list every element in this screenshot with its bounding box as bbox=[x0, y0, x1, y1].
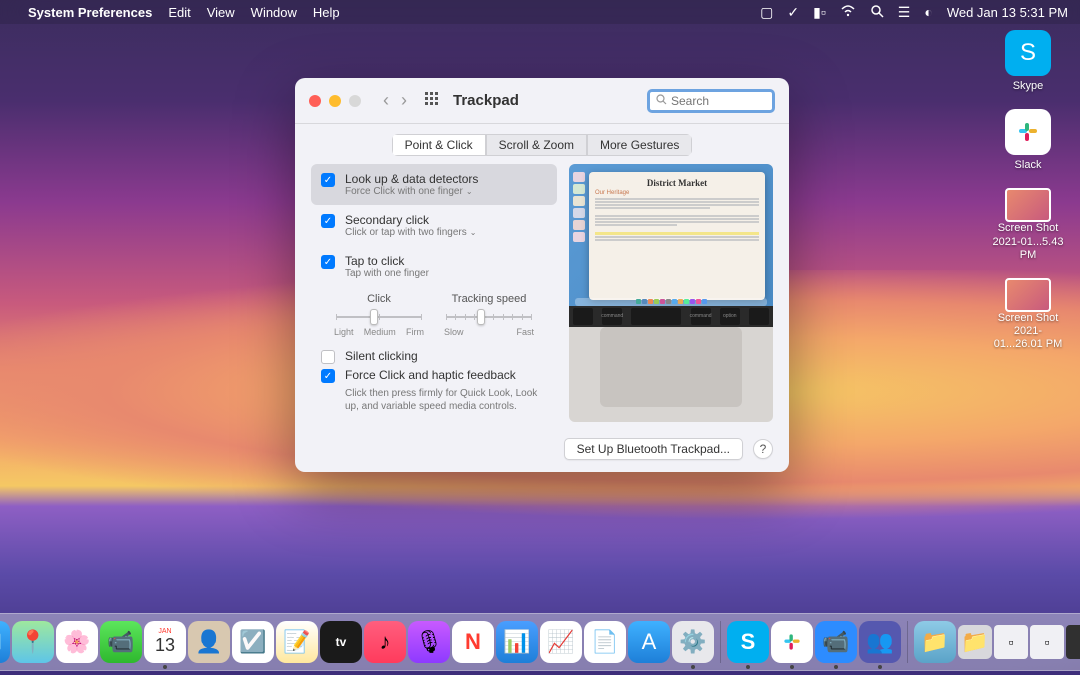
preferences-window: ‹ › Trackpad Point & Click Scroll & Zoom… bbox=[295, 78, 789, 472]
dock-reminders[interactable]: ☑️ bbox=[232, 621, 274, 663]
dock-music[interactable]: ♪ bbox=[364, 621, 406, 663]
search-icon bbox=[656, 94, 667, 108]
checkbox-lookup[interactable]: ✓ bbox=[321, 173, 335, 187]
search-field[interactable] bbox=[647, 89, 775, 113]
option-secondary-click[interactable]: ✓ Secondary click Click or tap with two … bbox=[311, 205, 557, 246]
close-button[interactable] bbox=[309, 95, 321, 107]
screenshot-thumbnail-icon bbox=[1005, 188, 1051, 222]
dock-skype[interactable]: S bbox=[727, 621, 769, 663]
help-button[interactable]: ? bbox=[753, 439, 773, 459]
search-input[interactable] bbox=[671, 94, 766, 108]
screenshot-thumbnail-icon bbox=[1005, 278, 1051, 312]
app-menu[interactable]: System Preferences bbox=[28, 5, 152, 20]
checkbox-silent-clicking[interactable] bbox=[321, 350, 335, 364]
option-silent-clicking[interactable]: Silent clicking bbox=[321, 347, 547, 366]
tab-bar: Point & Click Scroll & Zoom More Gesture… bbox=[295, 124, 789, 164]
dock-separator bbox=[907, 621, 908, 663]
desktop-icon-screenshot-2[interactable]: Screen Shot 2021-01...26.01 PM bbox=[990, 278, 1066, 352]
dock-photos[interactable]: 🌸 bbox=[56, 621, 98, 663]
dock-notes[interactable]: 📝 bbox=[276, 621, 318, 663]
zoom-menubar-icon[interactable]: ▢ bbox=[760, 4, 773, 21]
zoom-button[interactable] bbox=[349, 95, 361, 107]
tab-scroll-zoom[interactable]: Scroll & Zoom bbox=[486, 134, 587, 156]
tab-more-gestures[interactable]: More Gestures bbox=[587, 134, 692, 156]
options-panel: ✓ Look up & data detectors Force Click w… bbox=[311, 164, 557, 422]
force-click-help-text: Click then press firmly for Quick Look, … bbox=[345, 387, 547, 413]
dock-contacts[interactable]: 👤 bbox=[188, 621, 230, 663]
checkbox-secondary-click[interactable]: ✓ bbox=[321, 214, 335, 228]
click-slider-thumb[interactable] bbox=[370, 309, 378, 325]
chevron-down-icon: ⌄ bbox=[470, 228, 477, 237]
minimize-button[interactable] bbox=[329, 95, 341, 107]
dock-pages[interactable]: 📄 bbox=[584, 621, 626, 663]
menu-help[interactable]: Help bbox=[313, 5, 340, 20]
option-force-click[interactable]: ✓ Force Click and haptic feedback bbox=[321, 366, 547, 385]
menu-window[interactable]: Window bbox=[251, 5, 297, 20]
desktop-background: System Preferences Edit View Window Help… bbox=[0, 0, 1080, 675]
desktop-icons-area: S Skype Slack Screen Shot 2021-01...5.43… bbox=[990, 30, 1066, 352]
tracking-slider-thumb[interactable] bbox=[477, 309, 485, 325]
desktop-icon-slack[interactable]: Slack bbox=[990, 109, 1066, 172]
dock-facetime[interactable]: 📹 bbox=[100, 621, 142, 663]
dock: 🙂 🧭 💬 ✉️ 📍 🌸 📹 JAN13 👤 ☑️ 📝 tv ♪ 🎙 N 📊 📈… bbox=[0, 613, 1080, 671]
dock-minimized-3[interactable]: ▪ bbox=[1066, 625, 1080, 659]
dock-slack[interactable] bbox=[771, 621, 813, 663]
tracking-slider-label: Tracking speed bbox=[452, 293, 527, 305]
menu-view[interactable]: View bbox=[207, 5, 235, 20]
battery-icon[interactable]: ▮▫ bbox=[813, 4, 826, 21]
skype-icon: S bbox=[1005, 30, 1051, 76]
dock-downloads[interactable]: 📁 bbox=[914, 621, 956, 663]
dock-tv[interactable]: tv bbox=[320, 621, 362, 663]
window-titlebar[interactable]: ‹ › Trackpad bbox=[295, 78, 789, 124]
wifi-icon[interactable] bbox=[840, 4, 856, 20]
tracking-slider[interactable] bbox=[446, 309, 532, 325]
control-center-icon[interactable]: ☰ bbox=[898, 4, 911, 21]
option-lookup[interactable]: ✓ Look up & data detectors Force Click w… bbox=[311, 164, 557, 205]
dock-teams[interactable]: 👥 bbox=[859, 621, 901, 663]
chevron-down-icon: ⌄ bbox=[466, 187, 473, 196]
dropdown-lookup[interactable]: Force Click with one finger⌄ bbox=[345, 186, 478, 197]
dock-news[interactable]: N bbox=[452, 621, 494, 663]
option-tap-to-click[interactable]: ✓ Tap to click Tap with one finger bbox=[311, 246, 557, 287]
dock-mail[interactable]: ✉️ bbox=[0, 621, 10, 663]
show-all-button[interactable] bbox=[425, 92, 439, 109]
click-slider-label: Click bbox=[367, 293, 391, 305]
spotlight-icon[interactable] bbox=[870, 4, 884, 21]
notification-icon[interactable]: ◐ bbox=[924, 4, 932, 20]
dock-calendar[interactable]: JAN13 bbox=[144, 621, 186, 663]
dropdown-secondary-click[interactable]: Click or tap with two fingers⌄ bbox=[345, 227, 476, 238]
dock-folder[interactable]: 📁 bbox=[958, 625, 992, 659]
dock-separator bbox=[720, 621, 721, 663]
window-title: Trackpad bbox=[453, 92, 519, 109]
dock-settings[interactable]: ⚙️ bbox=[672, 621, 714, 663]
slack-icon bbox=[1005, 109, 1051, 155]
dock-minimized-1[interactable]: ▫ bbox=[994, 625, 1028, 659]
desktop-icon-screenshot-1[interactable]: Screen Shot 2021-01...5.43 PM bbox=[990, 188, 1066, 262]
dock-minimized-2[interactable]: ▫ bbox=[1030, 625, 1064, 659]
setup-bluetooth-button[interactable]: Set Up Bluetooth Trackpad... bbox=[564, 438, 743, 460]
dock-zoom[interactable]: 📹 bbox=[815, 621, 857, 663]
todo-menubar-icon[interactable]: ✓ bbox=[787, 4, 799, 21]
dock-appstore[interactable]: A bbox=[628, 621, 670, 663]
forward-button[interactable]: › bbox=[397, 90, 411, 111]
dock-maps[interactable]: 📍 bbox=[12, 621, 54, 663]
back-button[interactable]: ‹ bbox=[379, 90, 393, 111]
datetime[interactable]: Wed Jan 13 5:31 PM bbox=[947, 5, 1068, 20]
click-slider[interactable] bbox=[336, 309, 422, 325]
tab-point-click[interactable]: Point & Click bbox=[392, 134, 486, 156]
dock-keynote[interactable]: 📊 bbox=[496, 621, 538, 663]
desktop-icon-skype[interactable]: S Skype bbox=[990, 30, 1066, 93]
menubar: System Preferences Edit View Window Help… bbox=[0, 0, 1080, 24]
gesture-preview: District Market Our Heritage commandcomm… bbox=[569, 164, 773, 422]
dock-podcasts[interactable]: 🎙 bbox=[408, 621, 450, 663]
dock-numbers[interactable]: 📈 bbox=[540, 621, 582, 663]
checkbox-force-click[interactable]: ✓ bbox=[321, 369, 335, 383]
checkbox-tap-to-click[interactable]: ✓ bbox=[321, 255, 335, 269]
menu-edit[interactable]: Edit bbox=[168, 5, 190, 20]
